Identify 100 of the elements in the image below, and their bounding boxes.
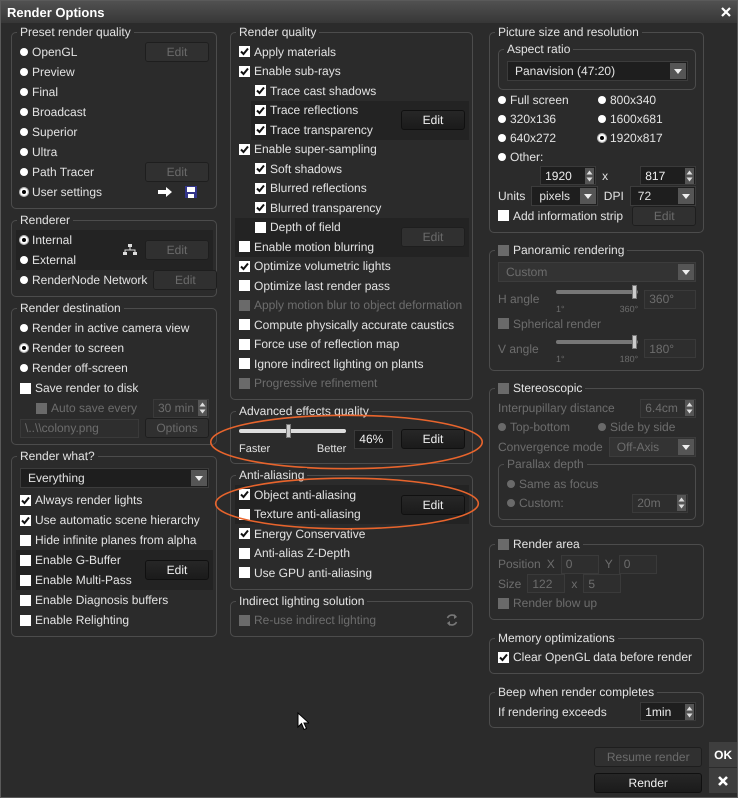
checkbox[interactable] <box>498 652 509 663</box>
radio-button[interactable] <box>20 188 28 196</box>
checkbox[interactable] <box>239 66 250 77</box>
group-title: Aspect ratio <box>507 42 570 56</box>
radio-button[interactable] <box>20 364 28 372</box>
radio-button[interactable] <box>498 152 506 160</box>
action-button[interactable]: Edit <box>401 110 465 130</box>
radio-button[interactable] <box>20 68 28 76</box>
caret-icon[interactable] <box>670 63 686 79</box>
checkbox[interactable] <box>239 319 250 330</box>
checkbox[interactable] <box>239 508 250 520</box>
action-button[interactable]: Edit <box>401 429 465 449</box>
spin-field[interactable]: 1min <box>640 702 696 722</box>
checkbox[interactable] <box>255 104 266 116</box>
checkbox[interactable] <box>255 222 266 233</box>
spin-field[interactable]: 1920 <box>540 166 596 186</box>
checkbox[interactable] <box>239 260 250 272</box>
checkbox[interactable] <box>20 554 31 566</box>
checkbox[interactable] <box>239 489 250 500</box>
action-button[interactable]: Edit <box>401 494 465 514</box>
action-button[interactable]: Render <box>594 772 702 793</box>
caret-icon[interactable] <box>678 188 694 204</box>
radio-button[interactable] <box>498 134 506 142</box>
close-button[interactable] <box>709 767 737 793</box>
radio-button[interactable] <box>20 168 28 176</box>
radio-button[interactable] <box>20 48 28 56</box>
radio-button[interactable] <box>498 96 506 104</box>
checkbox[interactable] <box>20 614 31 626</box>
checkbox-label: Save render to disk <box>35 381 138 395</box>
checkbox-label: Ignore indirect lighting on plants <box>254 356 424 371</box>
radio-label: Side by side <box>610 420 676 434</box>
checkbox[interactable] <box>255 85 266 96</box>
checkbox[interactable] <box>239 548 250 559</box>
radio-button[interactable] <box>598 114 606 122</box>
checkbox[interactable] <box>239 46 250 58</box>
radio-button[interactable] <box>598 96 606 104</box>
checkbox-label: Enable Relighting <box>35 613 130 627</box>
checkbox[interactable] <box>255 124 266 136</box>
radio-button[interactable] <box>20 276 28 284</box>
radio-button[interactable] <box>20 88 28 96</box>
checkbox-label: Optimize last render pass <box>254 278 390 293</box>
dropdown[interactable]: Everything <box>20 468 209 488</box>
radio-button[interactable] <box>498 114 506 122</box>
network-icon[interactable] <box>123 244 137 256</box>
checkbox[interactable] <box>255 182 266 194</box>
input-field[interactable]: 46% <box>354 430 393 448</box>
checkbox[interactable] <box>20 594 31 606</box>
radio-button[interactable] <box>20 256 28 264</box>
spin-arrows-icon[interactable] <box>685 704 694 720</box>
close-icon[interactable] <box>718 776 728 786</box>
radio-button[interactable] <box>20 128 28 136</box>
checkbox[interactable] <box>239 528 250 540</box>
radio-button[interactable] <box>20 344 28 352</box>
checkbox[interactable] <box>20 574 31 586</box>
checkbox[interactable] <box>239 567 250 578</box>
field-label: Size <box>498 576 522 591</box>
spin-arrows-icon[interactable] <box>585 168 594 184</box>
dropdown[interactable]: Panavision (47:20) <box>507 61 688 81</box>
radio-button[interactable] <box>598 134 606 142</box>
caret-icon[interactable] <box>678 264 694 280</box>
right-arrow-icon[interactable] <box>157 186 173 198</box>
slider-thumb[interactable] <box>286 424 291 438</box>
close-icon[interactable] <box>721 7 731 17</box>
dropdown[interactable]: pixels <box>531 186 598 206</box>
ok-button[interactable]: OK <box>709 741 737 767</box>
checkbox[interactable] <box>239 280 250 292</box>
checkbox[interactable] <box>20 514 31 526</box>
spin-field[interactable]: 817 <box>640 166 696 186</box>
caret-icon[interactable] <box>678 438 694 455</box>
radio-button[interactable] <box>20 148 28 156</box>
checkbox[interactable] <box>255 202 266 214</box>
checkbox[interactable] <box>20 382 31 394</box>
checkbox[interactable] <box>20 534 31 546</box>
slider[interactable] <box>242 423 344 439</box>
spin-arrows-icon[interactable] <box>685 168 694 184</box>
radio-button[interactable] <box>20 108 28 116</box>
checkbox[interactable] <box>239 338 250 350</box>
checkbox[interactable] <box>239 144 250 155</box>
spin-arrows-icon[interactable] <box>677 495 686 512</box>
refresh-icon[interactable] <box>445 613 459 628</box>
checkbox[interactable] <box>20 494 31 506</box>
checkbox[interactable] <box>239 358 250 370</box>
checkbox[interactable] <box>239 241 250 252</box>
dropdown[interactable]: 72 <box>630 186 696 206</box>
caret-icon[interactable] <box>191 470 207 486</box>
checkbox[interactable] <box>498 210 509 221</box>
radio-button[interactable] <box>20 324 28 332</box>
field-label: x <box>602 168 608 183</box>
caret-icon[interactable] <box>580 188 596 204</box>
action-button[interactable]: Edit <box>145 560 209 580</box>
checkbox-label: Use automatic scene hierarchy <box>35 513 200 527</box>
group-title: Render quality <box>239 25 316 39</box>
spin-arrows-icon[interactable] <box>685 400 694 416</box>
checkbox-label: Add information strip <box>513 208 624 222</box>
radio-label: External <box>32 253 76 267</box>
radio-label: Other: <box>510 150 544 164</box>
check-icon <box>255 163 266 174</box>
radio-button[interactable] <box>20 236 28 244</box>
radio-label: Internal <box>32 233 72 247</box>
checkbox[interactable] <box>255 163 266 174</box>
